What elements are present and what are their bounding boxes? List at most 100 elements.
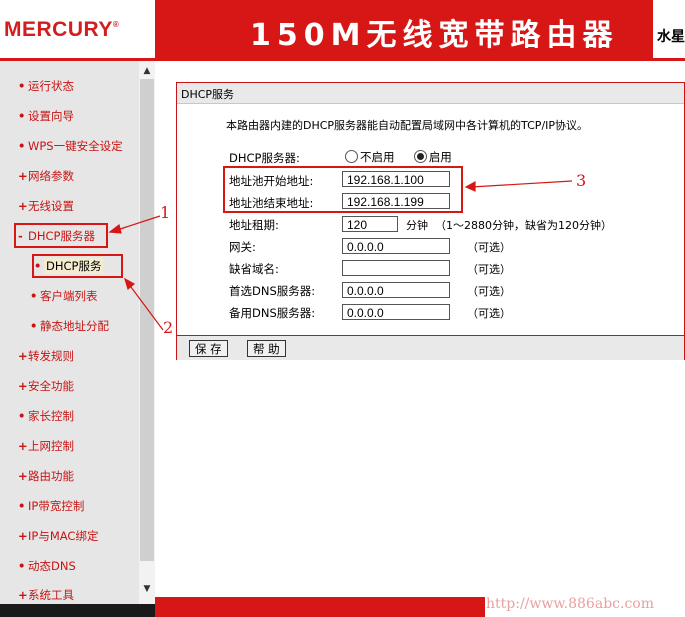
expand-icon: +	[18, 379, 28, 393]
primary-dns-optional: （可选）	[467, 285, 511, 298]
sidebar-item-label: 静态地址分配	[40, 319, 109, 333]
sidebar-item-static-address[interactable]: • 静态地址分配	[30, 318, 109, 334]
gateway-input[interactable]: 0.0.0.0	[342, 238, 450, 254]
domain-input[interactable]	[342, 260, 450, 276]
secondary-dns-input[interactable]: 0.0.0.0	[342, 304, 450, 320]
save-button[interactable]: 保 存	[189, 340, 228, 357]
radio-disable[interactable]	[345, 150, 358, 163]
footer-left-bar	[0, 604, 155, 617]
sidebar-item-label: 运行状态	[28, 79, 74, 93]
dhcp-server-label: DHCP服务器:	[229, 151, 300, 165]
bullet-icon: •	[30, 289, 38, 303]
banner-right: 水星	[653, 0, 685, 58]
expand-icon: +	[18, 588, 28, 602]
bullet-icon: •	[18, 109, 26, 123]
sidebar-item-label: 动态DNS	[28, 559, 76, 573]
radio-enable[interactable]	[413, 150, 427, 163]
bullet-icon: •	[18, 559, 26, 573]
domain-optional: （可选）	[467, 263, 511, 276]
scroll-up-icon[interactable]: ▲	[141, 65, 153, 77]
product-title: 150M无线宽带路由器	[250, 18, 619, 53]
expand-icon: +	[18, 169, 28, 183]
watermark-text: http://www.886abc.com	[486, 596, 654, 612]
radio-enable-label: 启用	[428, 150, 452, 164]
sidebar-item-label: WPS一键安全设定	[28, 139, 123, 153]
highlight-dhcp-service	[32, 254, 123, 278]
sidebar-item-label: 路由功能	[28, 469, 74, 483]
sidebar-item-label: 设置向导	[28, 109, 74, 123]
primary-dns-input[interactable]: 0.0.0.0	[342, 282, 450, 298]
logo-area: MERCURY®	[0, 0, 155, 58]
scroll-down-icon[interactable]: ▼	[141, 583, 153, 595]
sidebar-item-bandwidth[interactable]: • IP带宽控制	[18, 498, 84, 514]
sidebar-item-routing[interactable]: + 路由功能	[18, 468, 74, 484]
sidebar-item-access-control[interactable]: + 上网控制	[18, 438, 74, 454]
gateway-label: 网关:	[229, 240, 256, 254]
sidebar-item-label: 系统工具	[28, 588, 74, 602]
expand-icon: +	[18, 349, 28, 363]
panel-title: DHCP服务	[181, 88, 235, 101]
sidebar-item-system-tools[interactable]: + 系统工具	[18, 588, 74, 602]
sidebar-item-wps[interactable]: • WPS一键安全设定	[18, 138, 123, 154]
sidebar-item-status[interactable]: • 运行状态	[18, 78, 74, 94]
sidebar-item-ddns[interactable]: • 动态DNS	[18, 558, 76, 574]
lease-unit: 分钟	[406, 219, 428, 232]
bullet-icon: •	[18, 499, 26, 513]
sidebar-item-client-list[interactable]: • 客户端列表	[30, 288, 98, 304]
lease-time-input[interactable]: 120	[342, 216, 398, 232]
scrollbar-thumb[interactable]	[140, 79, 154, 561]
sidebar-scrollbar[interactable]: ▲ ▼	[139, 61, 155, 604]
sidebar-item-label: 上网控制	[28, 439, 74, 453]
sidebar-item-parental[interactable]: • 家长控制	[18, 408, 74, 424]
sidebar-item-security[interactable]: + 安全功能	[18, 378, 74, 394]
highlight-dhcp-server	[14, 223, 108, 248]
lease-time-label: 地址租期:	[229, 218, 279, 232]
sidebar-item-wireless[interactable]: + 无线设置	[18, 198, 74, 214]
title-banner: 150M无线宽带路由器 水星	[155, 0, 685, 58]
secondary-dns-optional: （可选）	[467, 307, 511, 320]
sidebar-item-label: 客户端列表	[40, 289, 98, 303]
annotation-number-2: 2	[163, 318, 174, 337]
dhcp-service-panel: DHCP服务 本路由器内建的DHCP服务器能自动配置局域网中各计算机的TCP/I…	[176, 82, 685, 360]
annotation-number-1: 1	[160, 203, 171, 222]
gateway-optional: （可选）	[467, 241, 511, 254]
secondary-dns-label: 备用DNS服务器:	[229, 306, 316, 320]
sidebar: • 运行状态 • 设置向导 • WPS一键安全设定 + 网络参数 + 无线设置 - DHCP…	[0, 61, 139, 604]
mercury-logo: MERCURY®	[4, 18, 119, 42]
highlight-address-pool	[223, 166, 463, 213]
bullet-icon: •	[18, 409, 26, 423]
sidebar-item-forwarding[interactable]: + 转发规则	[18, 348, 74, 364]
sidebar-item-label: IP与MAC绑定	[28, 529, 99, 543]
button-bar: 保 存 帮 助	[177, 335, 684, 360]
primary-dns-label: 首选DNS服务器:	[229, 284, 316, 298]
sidebar-item-ip-mac[interactable]: + IP与MAC绑定	[18, 528, 98, 544]
expand-icon: +	[18, 529, 28, 543]
help-button[interactable]: 帮 助	[247, 340, 286, 357]
panel-header: DHCP服务	[177, 83, 684, 104]
banner-right-text: 水星	[657, 29, 685, 45]
sidebar-item-label: 家长控制	[28, 409, 74, 423]
domain-label: 缺省域名:	[229, 262, 279, 276]
bullet-icon: •	[18, 139, 26, 153]
registered-mark: ®	[112, 20, 120, 29]
footer-red-bar	[155, 597, 485, 617]
radio-disable-label: 不启用	[360, 150, 395, 164]
sidebar-item-network[interactable]: + 网络参数	[18, 168, 74, 184]
sidebar-item-label: 无线设置	[28, 199, 74, 213]
bullet-icon: •	[18, 79, 26, 93]
bullet-icon: •	[30, 319, 38, 333]
sidebar-item-label: 网络参数	[28, 169, 74, 183]
dhcp-radio-group: 不启用 启用	[345, 149, 452, 165]
lease-hint: （1～2880分钟，缺省为120分钟）	[435, 219, 612, 232]
sidebar-item-label: 安全功能	[28, 379, 74, 393]
intro-text: 本路由器内建的DHCP服务器能自动配置局域网中各计算机的TCP/IP协议。	[226, 119, 589, 132]
sidebar-item-label: 转发规则	[28, 349, 74, 363]
logo-text: MERCURY	[4, 18, 113, 41]
sidebar-item-label: IP带宽控制	[28, 499, 85, 513]
expand-icon: +	[18, 469, 28, 483]
header: MERCURY® 150M无线宽带路由器 水星	[0, 0, 685, 58]
expand-icon: +	[18, 199, 28, 213]
sidebar-item-wizard[interactable]: • 设置向导	[18, 108, 74, 124]
expand-icon: +	[18, 439, 28, 453]
annotation-number-3: 3	[576, 171, 587, 190]
